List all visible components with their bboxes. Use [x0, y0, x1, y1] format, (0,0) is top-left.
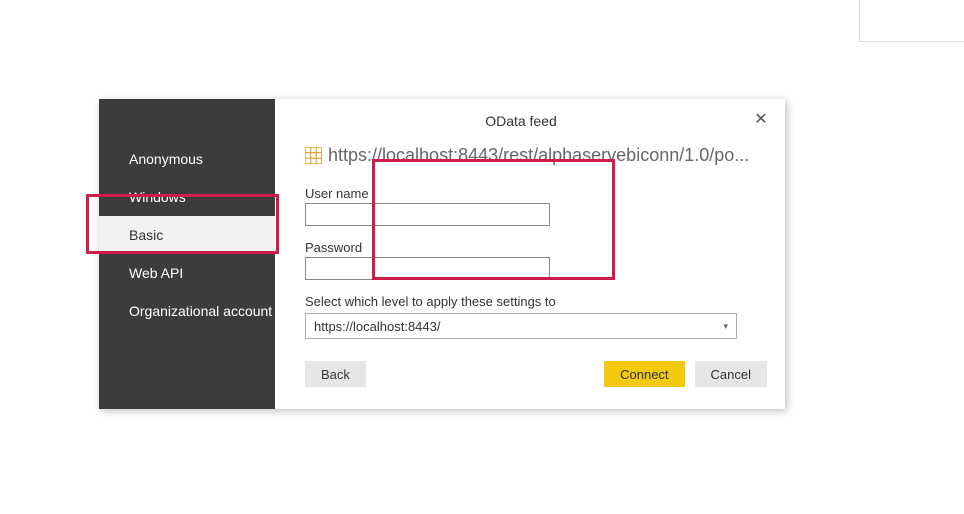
close-icon: ✕	[754, 111, 767, 128]
dialog-main-panel: ✕ OData feed https://localhost:8443/rest…	[275, 99, 785, 409]
sidebar-item-anonymous[interactable]: Anonymous	[99, 140, 275, 178]
sidebar-item-label: Organizational account	[129, 303, 272, 319]
table-icon	[305, 147, 322, 164]
sidebar-item-label: Web API	[129, 265, 183, 281]
username-label: User name	[305, 186, 767, 201]
level-select-label: Select which level to apply these settin…	[305, 294, 767, 309]
sidebar-item-label: Anonymous	[129, 151, 203, 167]
password-label: Password	[305, 240, 767, 255]
cancel-button[interactable]: Cancel	[695, 361, 767, 387]
odata-feed-dialog: Anonymous Windows Basic Web API Organiza…	[99, 99, 785, 409]
connect-button[interactable]: Connect	[604, 361, 684, 387]
chevron-down-icon: ▾	[723, 321, 728, 332]
level-select-value: https://localhost:8443/	[314, 319, 440, 334]
background-panel-edge	[859, 0, 964, 42]
feed-url-text: https://localhost:8443/rest/alphaservebi…	[328, 145, 749, 166]
dialog-title: OData feed	[275, 113, 767, 129]
username-input[interactable]	[305, 203, 550, 226]
password-input[interactable]	[305, 257, 550, 280]
sidebar-item-windows[interactable]: Windows	[99, 178, 275, 216]
sidebar-item-label: Windows	[129, 189, 186, 205]
dialog-button-row: Back Connect Cancel	[305, 361, 767, 387]
sidebar-item-label: Basic	[129, 227, 163, 243]
auth-method-sidebar: Anonymous Windows Basic Web API Organiza…	[99, 99, 275, 409]
sidebar-item-basic[interactable]: Basic	[99, 216, 275, 254]
level-select[interactable]: https://localhost:8443/ ▾	[305, 313, 737, 339]
sidebar-item-organizational-account[interactable]: Organizational account	[99, 292, 275, 330]
close-button[interactable]: ✕	[751, 111, 771, 131]
back-button[interactable]: Back	[305, 361, 366, 387]
sidebar-item-web-api[interactable]: Web API	[99, 254, 275, 292]
feed-url-row: https://localhost:8443/rest/alphaservebi…	[305, 145, 767, 166]
